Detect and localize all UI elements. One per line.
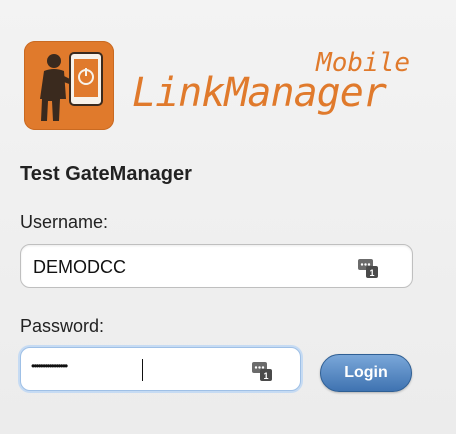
brand-wordmark: Mobile LinkManager	[132, 48, 412, 118]
svg-text:1: 1	[369, 268, 374, 278]
text-caret	[142, 359, 143, 381]
password-field[interactable]: •••••••••••••••• 1	[20, 347, 301, 391]
username-label: Username:	[20, 212, 109, 232]
password-manager-key-icon[interactable]: 1	[357, 257, 379, 279]
password-manager-key-icon[interactable]: 1	[251, 360, 273, 382]
username-value: DEMODCC	[33, 257, 126, 277]
password-mask: ••••••••••••••••	[31, 359, 68, 373]
page-title: Test GateManager	[20, 163, 192, 185]
password-label: Password:	[20, 316, 105, 336]
brand-main-text: LinkManager	[132, 70, 387, 116]
svg-text:1: 1	[263, 371, 268, 381]
app-logo-icon	[24, 41, 114, 130]
login-button[interactable]: Login	[320, 354, 412, 392]
username-field[interactable]: DEMODCC 1	[20, 244, 413, 288]
